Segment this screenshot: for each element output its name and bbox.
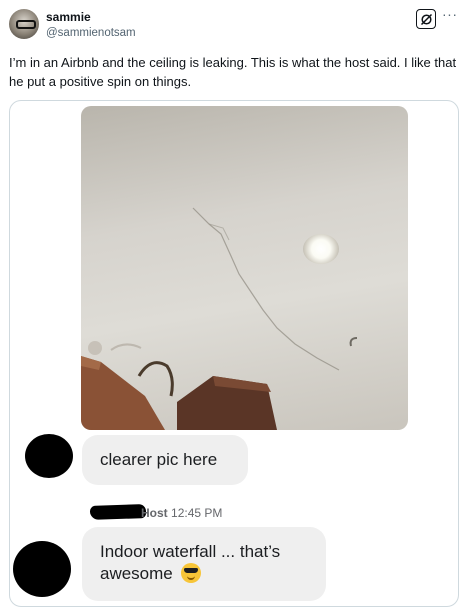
sender-meta: Host 12:45 PM: [141, 506, 222, 520]
tweet-text: I’m in an Airbnb and the ceiling is leak…: [9, 55, 457, 89]
message-bubble: clearer pic here: [82, 435, 248, 485]
author-name[interactable]: sammie: [46, 10, 91, 24]
avatar[interactable]: [9, 9, 39, 39]
message-text: clearer pic here: [100, 450, 218, 469]
grok-icon[interactable]: [416, 9, 436, 29]
author-handle[interactable]: @sammienotsam: [46, 27, 136, 39]
media-card[interactable]: clearer pic here Host 12:45 PM Indoor wa…: [9, 100, 459, 607]
tweet: sammie @sammienotsam ··· I’m in an Airbn…: [0, 0, 464, 613]
message-time: 12:45 PM: [171, 506, 223, 520]
more-icon[interactable]: ···: [442, 7, 458, 21]
redacted-avatar: [13, 541, 71, 597]
sender-label: Host: [141, 506, 168, 520]
ceiling-photo[interactable]: [81, 106, 408, 430]
ceiling-light: [303, 234, 339, 264]
message-bubble: Indoor waterfall ... that’s awesome: [82, 527, 326, 601]
smiling-face-with-sunglasses-icon: [180, 563, 201, 583]
redacted-avatar: [25, 434, 73, 478]
redacted-sender-name: [89, 504, 147, 520]
